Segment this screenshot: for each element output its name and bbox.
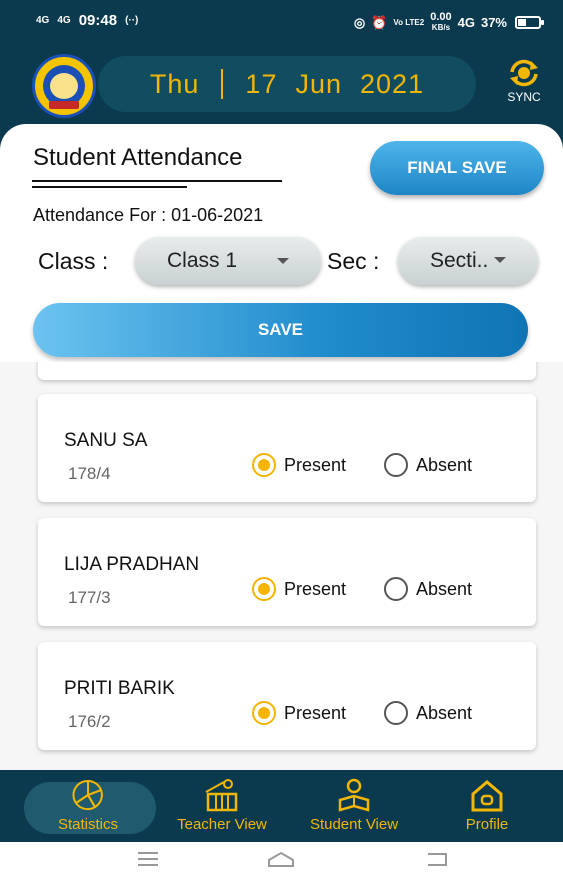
student-name: PRITI BARIK: [64, 678, 175, 699]
student-roll: 178/4: [68, 464, 111, 483]
student-list[interactable]: SANU SA 178/4 Present Absent LIJA PRADHA…: [0, 362, 563, 770]
nav-profile-label: Profile: [465, 816, 509, 833]
radio-unselected-icon: [384, 577, 408, 601]
radio-unselected-icon: [384, 701, 408, 725]
date-year: 2021: [360, 68, 425, 99]
chevron-down-icon: [277, 258, 289, 264]
nav-teacher-label: Teacher View: [177, 816, 267, 833]
battery-percent: 37%: [480, 15, 507, 30]
list-item-partial: [38, 362, 536, 380]
title-underline-short: [32, 186, 187, 188]
present-radio[interactable]: Present: [252, 701, 346, 725]
status-time: 09:48: [78, 12, 118, 29]
present-radio[interactable]: Present: [252, 577, 346, 601]
student-icon: [338, 778, 370, 812]
attendance-for-label: Attendance For :: [33, 205, 167, 225]
back-icon[interactable]: [424, 850, 450, 868]
nav-student-label: Student View: [309, 816, 399, 833]
radio-unselected-icon: [384, 453, 408, 477]
section-dropdown[interactable]: Secti..: [398, 237, 538, 285]
section-label: Sec :: [327, 248, 380, 274]
net-speed: 0.00 KB/s: [430, 11, 452, 33]
date-day: Thu: [149, 68, 200, 99]
home-icon[interactable]: [266, 850, 296, 868]
hotspot-icon: (··): [125, 15, 139, 26]
signal-icon-2: 4G: [57, 15, 71, 26]
present-label: Present: [284, 578, 347, 599]
student-roll: 177/3: [68, 588, 111, 607]
absent-radio[interactable]: Absent: [384, 701, 472, 725]
nav-profile[interactable]: Profile: [448, 770, 526, 842]
nav-statistics[interactable]: Statistics: [22, 770, 156, 842]
network-type: 4G: [457, 15, 475, 30]
attendance-for: Attendance For : 01-06-2021: [33, 205, 263, 226]
date-separator: [221, 69, 224, 99]
menu-icon[interactable]: [136, 850, 160, 868]
absent-label: Absent: [416, 702, 473, 723]
date-display: Thu 17 Jun 2021: [98, 56, 476, 112]
statistics-icon: [72, 779, 103, 811]
sync-icon: [510, 59, 538, 87]
sync-label: SYNC: [507, 90, 541, 104]
title-underline: [32, 180, 282, 182]
present-radio[interactable]: Present: [252, 453, 346, 477]
save-button[interactable]: SAVE: [33, 303, 528, 357]
present-label: Present: [284, 454, 347, 475]
class-dropdown[interactable]: Class 1: [135, 237, 321, 285]
location-icon: ◎: [353, 14, 366, 30]
student-card: SANU SA 178/4 Present Absent: [38, 394, 536, 502]
nav-statistics-label: Statistics: [57, 816, 118, 833]
system-navigation-bar: [0, 842, 563, 876]
absent-radio[interactable]: Absent: [384, 577, 472, 601]
class-value: Class 1: [167, 249, 238, 272]
student-card: PRITI BARIK 176/2 Present Absent: [38, 642, 536, 750]
nav-student-view[interactable]: Student View: [292, 770, 416, 842]
nav-teacher-view[interactable]: Teacher View: [160, 770, 284, 842]
teacher-icon: [205, 779, 238, 812]
student-name: SANU SA: [64, 430, 148, 451]
section-value: Secti..: [430, 249, 489, 272]
final-save-button[interactable]: FINAL SAVE: [370, 141, 544, 195]
absent-label: Absent: [416, 454, 473, 475]
radio-selected-icon: [252, 453, 276, 477]
class-label: Class :: [38, 248, 109, 274]
chevron-down-icon: [494, 257, 506, 263]
alarm-icon: ⏰: [371, 14, 388, 30]
attendance-date: 01-06-2021: [171, 205, 264, 225]
status-bar: 4G 4G 09:48 (··) ◎ ⏰ Vo LTE2 0.00 KB/s 4G…: [0, 0, 563, 40]
date-date: 17: [245, 68, 278, 99]
home-icon: [471, 780, 503, 812]
student-card: LIJA PRADHAN 177/3 Present Absent: [38, 518, 536, 626]
date-month: Jun: [295, 68, 343, 99]
present-label: Present: [284, 702, 347, 723]
screen: 4G 4G 09:48 (··) ◎ ⏰ Vo LTE2 0.00 KB/s 4G…: [0, 0, 563, 876]
signal-icon-1: 4G: [36, 15, 50, 26]
school-logo: [32, 54, 96, 118]
sync-button[interactable]: SYNC: [496, 58, 552, 114]
volte-label: Vo LTE2: [393, 18, 425, 27]
student-name: LIJA PRADHAN: [64, 554, 200, 575]
bottom-navigation: Statistics Teacher View Student View Pro…: [0, 770, 563, 842]
absent-radio[interactable]: Absent: [384, 453, 472, 477]
page-title: Student Attendance: [33, 144, 243, 171]
battery-icon: [515, 16, 544, 29]
absent-label: Absent: [416, 578, 473, 599]
radio-selected-icon: [252, 577, 276, 601]
radio-selected-icon: [252, 701, 276, 725]
student-roll: 176/2: [68, 712, 111, 731]
